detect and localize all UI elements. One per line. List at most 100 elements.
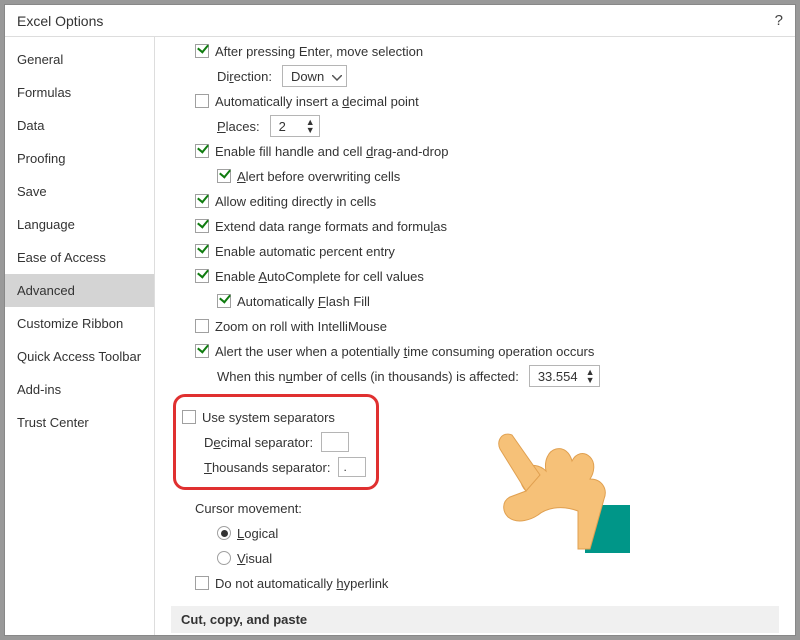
checkbox-no-hyperlink[interactable] [195, 576, 209, 590]
opt-edit-directly: Allow editing directly in cells [173, 190, 777, 212]
opt-auto-decimal: Automatically insert a decimal point [173, 90, 777, 112]
spinner-places[interactable]: 2 ▲▼ [270, 115, 320, 137]
input-decimal-sep[interactable] [321, 432, 349, 452]
help-icon[interactable]: ? [775, 12, 783, 29]
opt-extend-range: Extend data range formats and formulas [173, 215, 777, 237]
sidebar-item-formulas[interactable]: Formulas [5, 76, 154, 109]
opt-visual: Visual [173, 547, 777, 569]
titlebar: Excel Options ? [5, 5, 795, 37]
opt-autocomplete: Enable AutoComplete for cell values [173, 265, 777, 287]
checkbox-extend-range[interactable] [195, 219, 209, 233]
window-title: Excel Options [17, 13, 103, 29]
label-cells-affected: When this number of cells (in thousands)… [217, 369, 519, 384]
label-alert-time: Alert the user when a potentially time c… [215, 344, 594, 359]
label-after-enter: After pressing Enter, move selection [215, 44, 423, 59]
checkbox-auto-percent[interactable] [195, 244, 209, 258]
sidebar-item-quick-access-toolbar[interactable]: Quick Access Toolbar [5, 340, 154, 373]
checkbox-alert-overwrite[interactable] [217, 169, 231, 183]
label-use-sys-sep: Use system separators [202, 410, 335, 425]
section-cut-copy-paste: Cut, copy, and paste [171, 606, 779, 633]
label-zoom-intelli: Zoom on roll with IntelliMouse [215, 319, 387, 334]
opt-fill-handle: Enable fill handle and cell drag-and-dro… [173, 140, 777, 162]
label-autocomplete: Enable AutoComplete for cell values [215, 269, 424, 284]
opt-alert-time: Alert the user when a potentially time c… [173, 340, 777, 362]
sidebar-item-label: Add-ins [17, 382, 61, 397]
sidebar-item-save[interactable]: Save [5, 175, 154, 208]
chevron-down-icon [324, 69, 342, 84]
label-auto-decimal: Automatically insert a decimal point [215, 94, 419, 109]
sidebar-item-label: Customize Ribbon [17, 316, 123, 331]
checkbox-use-sys-sep[interactable] [182, 410, 196, 424]
sidebar-item-language[interactable]: Language [5, 208, 154, 241]
checkbox-flash-fill[interactable] [217, 294, 231, 308]
sidebar-item-label: Ease of Access [17, 250, 106, 265]
sidebar-item-label: Formulas [17, 85, 71, 100]
sidebar-item-label: Proofing [17, 151, 65, 166]
sidebar-item-label: Data [17, 118, 44, 133]
opt-logical: Logical [173, 522, 777, 544]
sidebar-item-label: Language [17, 217, 75, 232]
sidebar-item-ease-of-access[interactable]: Ease of Access [5, 241, 154, 274]
label-auto-percent: Enable automatic percent entry [215, 244, 395, 259]
combo-direction-value: Down [291, 69, 324, 84]
label-alert-overwrite: Alert before overwriting cells [237, 169, 400, 184]
opt-alert-overwrite: Alert before overwriting cells [173, 165, 777, 187]
spinner-places-value: 2 [279, 119, 286, 134]
spinner-arrows-icon: ▲▼ [298, 118, 315, 134]
label-edit-directly: Allow editing directly in cells [215, 194, 376, 209]
sidebar-item-trust-center[interactable]: Trust Center [5, 406, 154, 439]
label-direction: Direction: [217, 69, 272, 84]
label-thousands-sep: Thousands separator: [204, 460, 330, 475]
sidebar-item-label: Trust Center [17, 415, 89, 430]
sidebar-item-label: General [17, 52, 63, 67]
sidebar-item-label: Save [17, 184, 47, 199]
opt-decimal-sep: Decimal separator: [182, 431, 366, 453]
radio-logical[interactable] [217, 526, 231, 540]
label-flash-fill: Automatically Flash Fill [237, 294, 370, 309]
opt-no-hyperlink: Do not automatically hyperlink [173, 572, 777, 594]
sidebar-item-label: Quick Access Toolbar [17, 349, 141, 364]
spinner-cells-affected[interactable]: 33.554 ▲▼ [529, 365, 600, 387]
opt-cursor-movement: Cursor movement: [173, 497, 777, 519]
separators-highlight: Use system separators Decimal separator:… [173, 394, 379, 490]
opt-after-enter: After pressing Enter, move selection [173, 40, 777, 62]
sidebar-item-advanced[interactable]: Advanced [5, 274, 154, 307]
label-no-hyperlink: Do not automatically hyperlink [215, 576, 388, 591]
sidebar-item-general[interactable]: General [5, 43, 154, 76]
checkbox-auto-decimal[interactable] [195, 94, 209, 108]
opt-cells-affected: When this number of cells (in thousands)… [173, 365, 777, 387]
sidebar-item-label: Advanced [17, 283, 75, 298]
opt-flash-fill: Automatically Flash Fill [173, 290, 777, 312]
sidebar-item-proofing[interactable]: Proofing [5, 142, 154, 175]
combo-direction[interactable]: Down [282, 65, 347, 87]
opt-places: Places: 2 ▲▼ [173, 115, 777, 137]
checkbox-zoom-intelli[interactable] [195, 319, 209, 333]
label-cursor-movement: Cursor movement: [195, 501, 302, 516]
sidebar-item-add-ins[interactable]: Add-ins [5, 373, 154, 406]
label-visual: Visual [237, 551, 272, 566]
opt-direction: Direction: Down [173, 65, 777, 87]
sidebar-item-data[interactable]: Data [5, 109, 154, 142]
checkbox-after-enter[interactable] [195, 44, 209, 58]
opt-thousands-sep: Thousands separator: . [182, 456, 366, 478]
label-logical: Logical [237, 526, 278, 541]
options-window: Excel Options ? General Formulas Data Pr… [4, 4, 796, 636]
checkbox-alert-time[interactable] [195, 344, 209, 358]
opt-zoom-intelli: Zoom on roll with IntelliMouse [173, 315, 777, 337]
checkbox-fill-handle[interactable] [195, 144, 209, 158]
label-extend-range: Extend data range formats and formulas [215, 219, 447, 234]
radio-visual[interactable] [217, 551, 231, 565]
sidebar-item-customize-ribbon[interactable]: Customize Ribbon [5, 307, 154, 340]
opt-auto-percent: Enable automatic percent entry [173, 240, 777, 262]
label-places: Places: [217, 119, 260, 134]
checkbox-edit-directly[interactable] [195, 194, 209, 208]
advanced-options-panel: After pressing Enter, move selection Dir… [155, 37, 795, 635]
input-thousands-sep[interactable]: . [338, 457, 366, 477]
checkbox-autocomplete[interactable] [195, 269, 209, 283]
spinner-cells-value: 33.554 [538, 369, 578, 384]
label-decimal-sep: Decimal separator: [204, 435, 313, 450]
category-sidebar: General Formulas Data Proofing Save Lang… [5, 37, 155, 635]
label-fill-handle: Enable fill handle and cell drag-and-dro… [215, 144, 448, 159]
spinner-arrows-icon: ▲▼ [578, 368, 595, 384]
opt-use-sys-sep: Use system separators [182, 406, 366, 428]
